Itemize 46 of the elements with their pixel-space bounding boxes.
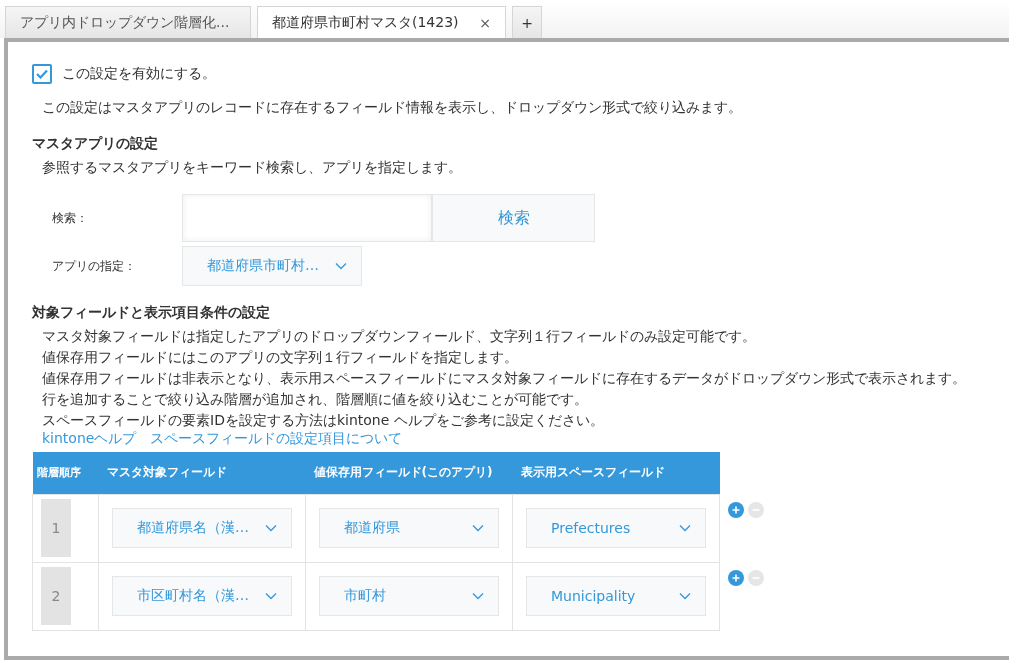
order-number: 2 <box>41 567 71 625</box>
column-header: マスタ対象フィールド <box>98 452 306 494</box>
chevron-down-icon <box>472 524 484 532</box>
field-dropdown[interactable]: 市区町村名（漢… <box>112 576 292 616</box>
order-number: 1 <box>41 499 71 557</box>
chevron-down-icon <box>265 592 277 600</box>
search-field[interactable] <box>182 194 432 242</box>
chevron-down-icon <box>265 524 277 532</box>
app-label: アプリの指定： <box>52 257 137 275</box>
chevron-down-icon <box>679 592 691 600</box>
field-dropdown[interactable]: 都道府県名（漢… <box>112 508 292 548</box>
field-dropdown[interactable]: Municipality <box>526 576 706 616</box>
add-row-button[interactable] <box>728 502 744 518</box>
search-button[interactable]: 検索 <box>432 194 595 242</box>
add-tab-button[interactable]: + <box>512 6 542 38</box>
help-link[interactable]: スペースフィールドの設定項目について <box>150 430 403 448</box>
instruction-text: 値保存用フィールドにはこのアプリの文字列１行フィールドを指定します。 <box>42 349 519 367</box>
instruction-text: 値保存用フィールドは非表示となり、表示用スペースフィールドにマスタ対象フィールドに存在するデータがドロップダウン形式で表示されます。 <box>42 370 967 388</box>
section-description: 参照するマスタアプリをキーワード検索し、アプリを指定します。 <box>42 159 463 177</box>
column-header: 値保存用フィールド(このアプリ) <box>305 452 513 494</box>
tab[interactable]: 都道府県市町村マスタ(1423) × <box>257 6 506 38</box>
checkbox-label: この設定を有効にする。 <box>62 65 216 83</box>
help-link[interactable]: kintoneヘルプ <box>42 430 137 448</box>
section-heading: マスタアプリの設定 <box>32 135 159 153</box>
search-label: 検索： <box>52 209 89 227</box>
section-heading: 対象フィールドと表示項目条件の設定 <box>32 304 271 322</box>
instruction-text: スペースフィールドの要素IDを設定する方法はkintone ヘルプをご参考に設定ください。 <box>42 412 605 430</box>
add-row-button[interactable] <box>728 570 744 586</box>
chevron-down-icon <box>472 592 484 600</box>
checkmark-icon <box>36 69 48 79</box>
instruction-text: マスタ対象フィールドは指定したアプリのドロップダウンフィールド、文字列１行フィールドのみ設定可能です。 <box>42 328 757 346</box>
column-header: 階層順序 <box>32 452 99 494</box>
column-header: 表示用スペースフィールド <box>512 452 720 494</box>
checkbox[interactable] <box>32 64 52 84</box>
field-dropdown[interactable]: 市町村 <box>319 576 499 616</box>
plus-icon <box>732 574 740 582</box>
close-icon[interactable]: × <box>479 14 491 31</box>
field-dropdown[interactable]: 都道府県 <box>319 508 499 548</box>
app-dropdown[interactable]: 都道府県市町村… <box>182 246 362 286</box>
chevron-down-icon <box>335 262 347 270</box>
plus-icon <box>732 506 740 514</box>
chevron-down-icon <box>679 524 691 532</box>
tab[interactable]: アプリ内ドロップダウン階層化... <box>5 6 251 38</box>
instruction-text: 行を追加することで絞り込み階層が追加され、階層順に値を絞り込むことが可能です。 <box>42 391 589 409</box>
description-text: この設定はマスタアプリのレコードに存在するフィールド情報を表示し、ドロップダウン形式で絞り込みます。 <box>42 99 743 117</box>
field-dropdown[interactable]: Prefectures <box>526 508 706 548</box>
